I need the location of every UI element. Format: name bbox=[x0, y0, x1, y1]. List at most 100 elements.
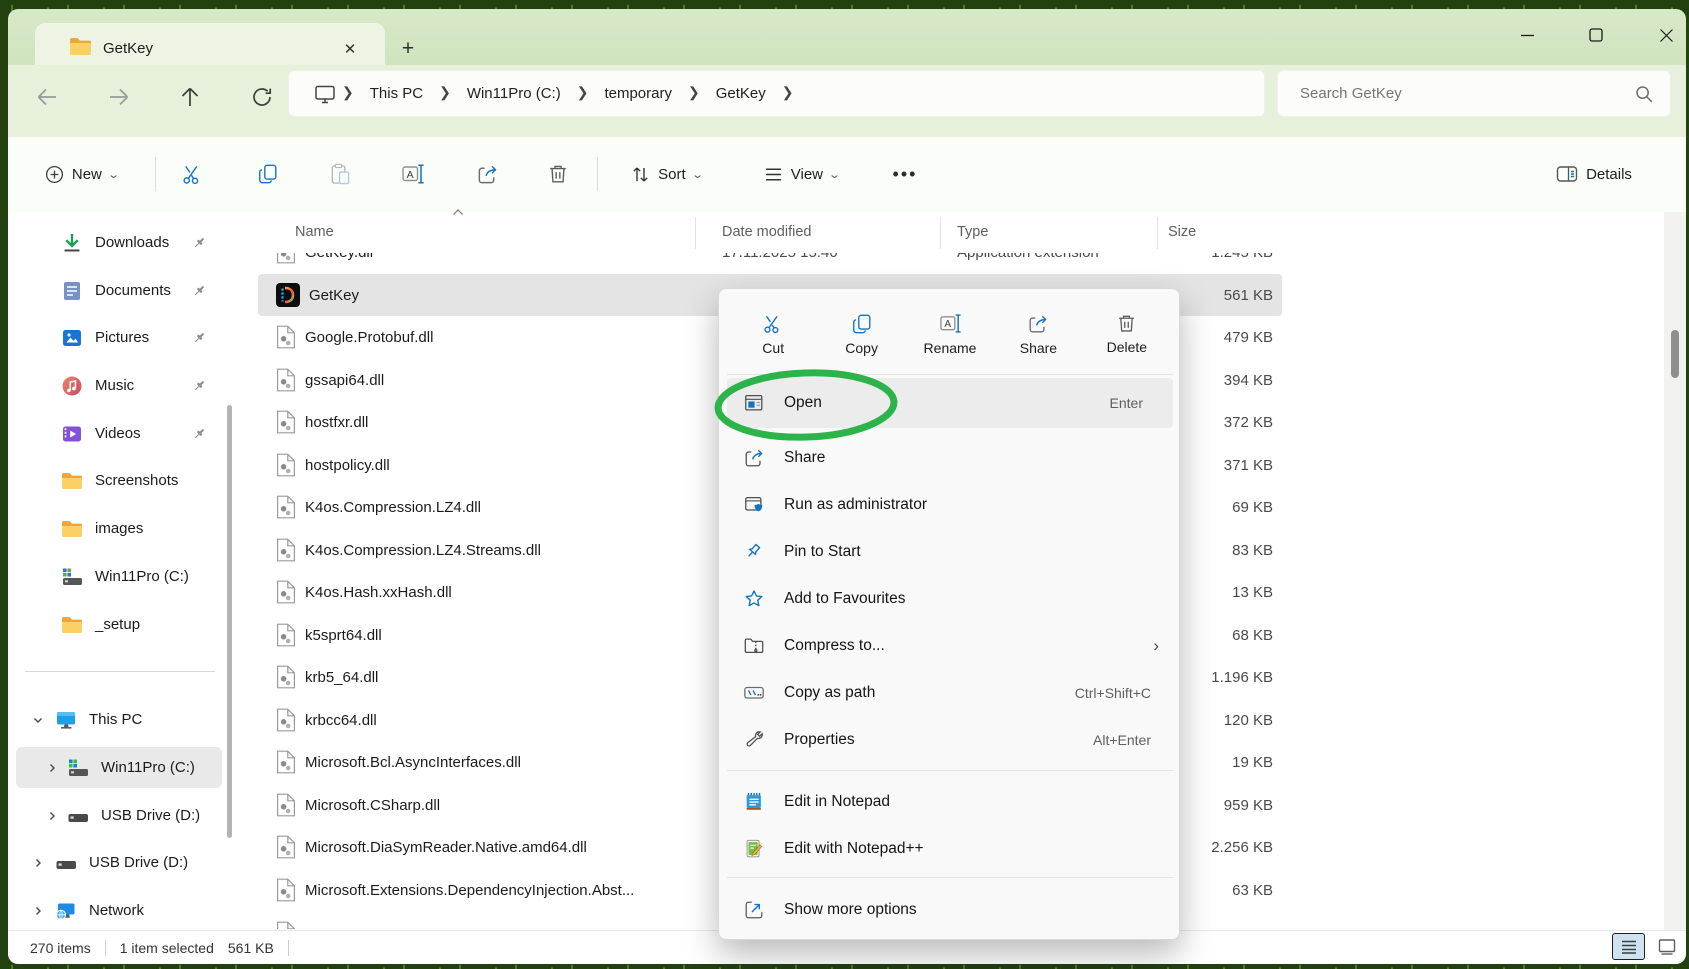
share-button[interactable] bbox=[461, 148, 513, 200]
svg-text:A: A bbox=[407, 169, 414, 181]
delete-button[interactable] bbox=[532, 148, 584, 200]
menu-item-add-to-favourites[interactable]: Add to Favourites bbox=[719, 575, 1181, 622]
menu-item-edit-in-notepad[interactable]: Edit in Notepad bbox=[719, 778, 1181, 825]
sidebar-item-win11pro[interactable]: Win11Pro (C:) bbox=[16, 747, 222, 788]
tab-close-icon[interactable]: ✕ bbox=[337, 36, 363, 62]
star-icon bbox=[743, 588, 765, 610]
admin-shield-icon bbox=[743, 494, 765, 516]
status-divider bbox=[105, 940, 106, 956]
rename-menu-button[interactable]: A Rename bbox=[906, 297, 994, 371]
notepad-icon bbox=[743, 791, 765, 813]
new-tab-button[interactable]: + bbox=[392, 35, 424, 63]
breadcrumb-temporary[interactable]: temporary bbox=[593, 85, 683, 102]
menu-item-open[interactable]: Open Enter bbox=[727, 378, 1173, 428]
sidebar-scrollbar[interactable] bbox=[227, 405, 232, 838]
menu-item-show-more-options[interactable]: Show more options bbox=[719, 886, 1181, 933]
menu-item-copy-as-path[interactable]: Copy as path Ctrl+Shift+C bbox=[719, 669, 1181, 716]
sidebar-item-screenshots[interactable]: Screenshots bbox=[16, 460, 222, 501]
close-button[interactable] bbox=[1643, 20, 1689, 50]
sidebar-item-downloads[interactable]: Downloads bbox=[16, 222, 222, 263]
delete-icon bbox=[1116, 313, 1137, 334]
share-menu-button[interactable]: Share bbox=[994, 297, 1082, 371]
refresh-button[interactable] bbox=[242, 77, 282, 117]
more-options-button[interactable]: ••• bbox=[882, 148, 928, 200]
delete-menu-button[interactable]: Delete bbox=[1083, 297, 1171, 371]
view-button[interactable]: View ⌄ bbox=[748, 148, 854, 200]
sidebar-item-network[interactable]: Network bbox=[16, 890, 222, 931]
sidebar-item-usb-drive-2[interactable]: USB Drive (D:) bbox=[16, 842, 222, 883]
chevron-down-icon: ⌄ bbox=[828, 168, 841, 181]
paste-button[interactable] bbox=[314, 148, 366, 200]
icons-view-toggle[interactable] bbox=[1650, 933, 1683, 960]
copy-icon bbox=[851, 313, 873, 335]
sidebar-item-win11pro-pinned[interactable]: Win11Pro (C:) bbox=[16, 556, 222, 597]
up-button[interactable] bbox=[170, 77, 210, 117]
sidebar-item-images[interactable]: images bbox=[16, 508, 222, 549]
details-button[interactable]: Details bbox=[1538, 148, 1656, 200]
share-icon bbox=[476, 163, 499, 186]
list-scrollbar-thumb[interactable] bbox=[1671, 330, 1679, 378]
sort-button[interactable]: Sort ⌄ bbox=[612, 148, 720, 200]
svg-text:A: A bbox=[944, 319, 951, 330]
column-header-size[interactable]: Size bbox=[1168, 224, 1196, 240]
details-view-toggle[interactable] bbox=[1612, 933, 1645, 960]
menu-item-run-as-administrator[interactable]: Run as administrator bbox=[719, 481, 1181, 528]
zip-folder-icon bbox=[743, 635, 765, 657]
new-button[interactable]: New ⌄ bbox=[30, 148, 132, 200]
share-icon bbox=[743, 447, 765, 469]
column-header-type[interactable]: Type bbox=[957, 224, 988, 240]
chevron-right-icon[interactable] bbox=[44, 808, 60, 824]
chevron-right-icon[interactable] bbox=[30, 855, 46, 871]
chevron-down-icon[interactable] bbox=[30, 712, 46, 728]
sidebar-item-music[interactable]: Music bbox=[16, 365, 222, 406]
submenu-chevron-icon: › bbox=[1153, 636, 1159, 656]
menu-item-edit-with-notepadpp[interactable]: Edit with Notepad++ bbox=[719, 825, 1181, 872]
new-label: New bbox=[72, 166, 102, 183]
forward-button[interactable] bbox=[99, 77, 139, 117]
chevron-right-icon[interactable] bbox=[30, 903, 46, 919]
cut-button[interactable] bbox=[166, 148, 218, 200]
column-header-date[interactable]: Date modified bbox=[722, 224, 811, 240]
pin-icon bbox=[190, 329, 208, 347]
documents-icon bbox=[60, 279, 84, 303]
cut-menu-button[interactable]: Cut bbox=[729, 297, 817, 371]
sidebar-item-documents[interactable]: Documents bbox=[16, 270, 222, 311]
dll-file-icon bbox=[276, 708, 296, 732]
column-header-name[interactable]: Name bbox=[295, 224, 334, 240]
dll-file-icon bbox=[276, 793, 296, 817]
menu-item-properties[interactable]: Properties Alt+Enter bbox=[719, 716, 1181, 763]
pin-icon bbox=[190, 377, 208, 395]
copy-menu-button[interactable]: Copy bbox=[817, 297, 905, 371]
rename-button[interactable]: A bbox=[387, 148, 439, 200]
menu-item-share[interactable]: Share bbox=[719, 434, 1181, 481]
copy-icon bbox=[257, 163, 279, 185]
breadcrumb-drive[interactable]: Win11Pro (C:) bbox=[456, 85, 572, 102]
maximize-button[interactable] bbox=[1573, 20, 1619, 50]
minimize-button[interactable] bbox=[1504, 20, 1550, 50]
breadcrumb-this-pc[interactable]: This PC bbox=[359, 85, 434, 102]
toolbar-divider bbox=[597, 157, 598, 191]
menu-item-pin-to-start[interactable]: Pin to Start bbox=[719, 528, 1181, 575]
copy-button[interactable] bbox=[242, 148, 294, 200]
breadcrumb-getkey[interactable]: GetKey bbox=[705, 85, 777, 102]
sidebar-item-usb-drive-1[interactable]: USB Drive (D:) bbox=[16, 795, 222, 836]
search-box[interactable] bbox=[1277, 70, 1671, 117]
dll-file-icon bbox=[276, 453, 296, 477]
breadcrumb[interactable]: ❯ This PC ❯ Win11Pro (C:) ❯ temporary ❯ … bbox=[288, 70, 1265, 117]
delete-icon bbox=[547, 163, 569, 185]
list-scrollbar-track[interactable] bbox=[1664, 212, 1686, 930]
search-input[interactable] bbox=[1298, 84, 1602, 103]
column-divider[interactable] bbox=[695, 217, 696, 249]
column-divider[interactable] bbox=[940, 217, 941, 249]
menu-item-compress-to[interactable]: Compress to... › bbox=[719, 622, 1181, 669]
chevron-right-icon[interactable] bbox=[44, 760, 60, 776]
downloads-icon bbox=[60, 231, 84, 255]
sidebar-item-pictures[interactable]: Pictures bbox=[16, 317, 222, 358]
sidebar-item-setup[interactable]: _setup bbox=[16, 604, 222, 645]
column-divider[interactable] bbox=[1157, 217, 1158, 249]
back-button[interactable] bbox=[27, 77, 67, 117]
system-drive-icon bbox=[60, 565, 84, 589]
sidebar-item-videos[interactable]: Videos bbox=[16, 413, 222, 454]
toolbar-divider bbox=[155, 157, 156, 191]
sidebar-item-this-pc[interactable]: This PC bbox=[16, 699, 222, 740]
